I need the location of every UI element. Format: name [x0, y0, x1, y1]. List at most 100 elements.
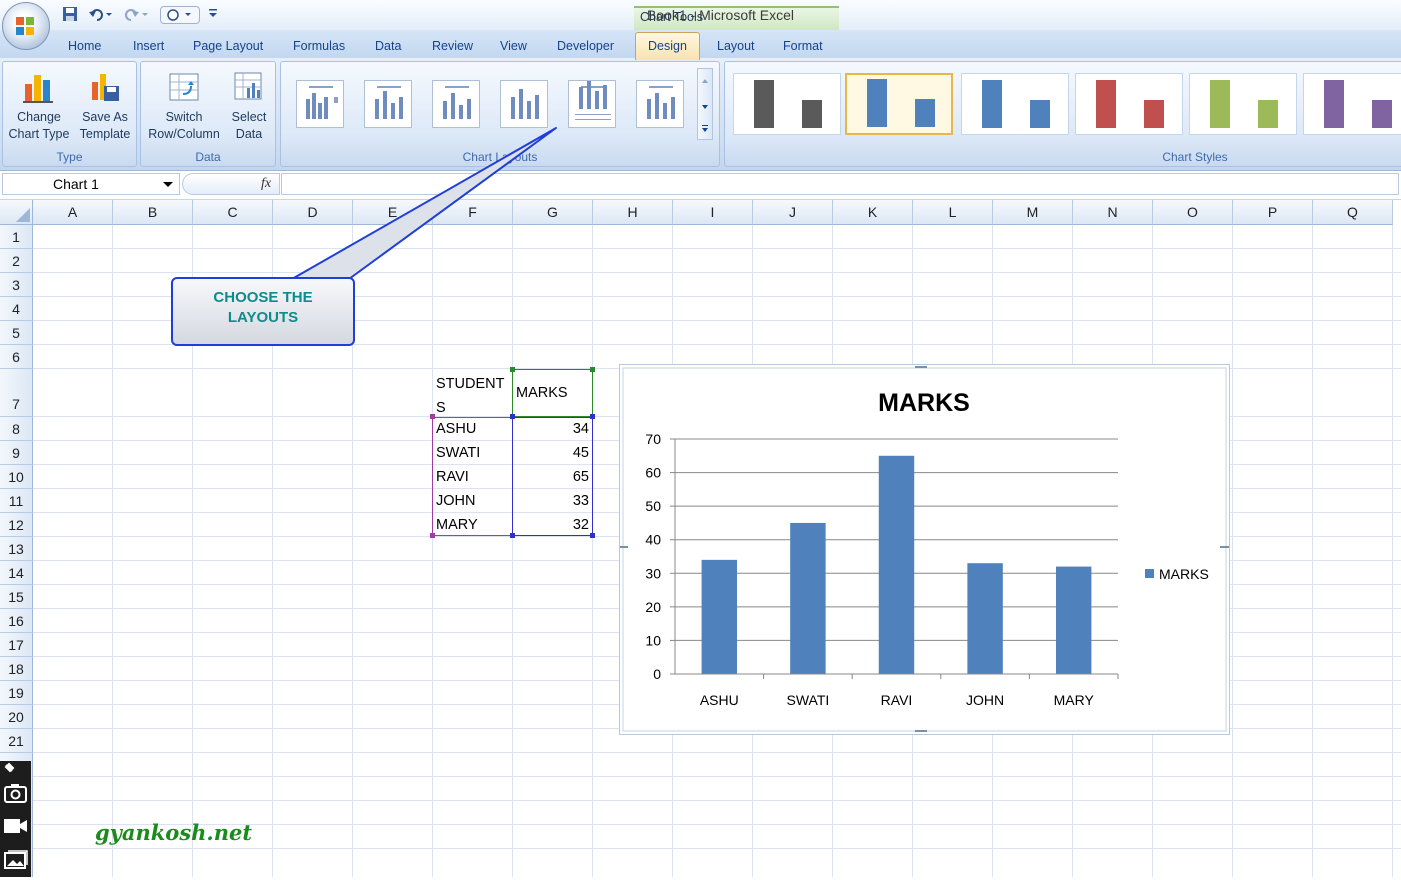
range-handle[interactable] [510, 533, 515, 538]
row-header-2[interactable]: 2 [0, 249, 33, 273]
row-header-21[interactable]: 21 [0, 729, 33, 753]
row-header-8[interactable]: 8 [0, 417, 33, 441]
select-data-button[interactable]: Select Data [225, 70, 273, 143]
row-header-12[interactable]: 12 [0, 513, 33, 537]
camera-icon[interactable] [4, 784, 27, 803]
cell-g10[interactable]: 65 [516, 469, 589, 485]
range-handle[interactable] [430, 533, 435, 538]
cell-f11[interactable]: JOHN [436, 493, 475, 509]
name-box[interactable]: Chart 1 [2, 173, 180, 195]
col-header-m[interactable]: M [993, 200, 1073, 225]
row-header-3[interactable]: 3 [0, 273, 33, 297]
gallery-icon[interactable] [4, 850, 28, 869]
switch-row-column-button[interactable]: Switch Row/Column [143, 70, 225, 143]
tab-developer[interactable]: Developer [557, 39, 614, 53]
window-title: Book1 - Microsoft Excel [646, 7, 795, 23]
row-header-20[interactable]: 20 [0, 705, 33, 729]
chart-style-5[interactable] [1189, 73, 1297, 135]
row-header-9[interactable]: 9 [0, 441, 33, 465]
row-header-5[interactable]: 5 [0, 321, 33, 345]
col-header-l[interactable]: L [913, 200, 993, 225]
tab-layout[interactable]: Layout [717, 39, 755, 53]
col-header-o[interactable]: O [1153, 200, 1233, 225]
row-header-6[interactable]: 6 [0, 345, 33, 369]
name-box-dropdown-icon[interactable] [163, 181, 173, 189]
chart-object[interactable]: MARKS 0 10 20 30 40 50 60 70 ASHU SWATI RAVI JOHN MAR… [616, 364, 1232, 735]
row-header-17[interactable]: 17 [0, 633, 33, 657]
row-header-19[interactable]: 19 [0, 681, 33, 705]
video-camera-icon[interactable] [4, 819, 27, 833]
tab-design[interactable]: Design [648, 39, 687, 53]
col-header-b[interactable]: B [113, 200, 193, 225]
cell-g11[interactable]: 33 [516, 493, 589, 509]
col-header-g[interactable]: G [513, 200, 593, 225]
formula-input[interactable] [281, 173, 1399, 195]
col-header-e[interactable]: E [353, 200, 433, 225]
cell-f9[interactable]: SWATI [436, 445, 480, 461]
chart-layout-2-thumbnail[interactable] [364, 80, 412, 128]
chart-layout-5-thumbnail[interactable] [568, 80, 616, 128]
chart-style-1[interactable] [733, 73, 841, 135]
range-handle[interactable] [590, 533, 595, 538]
tab-home[interactable]: Home [68, 39, 101, 53]
chart-style-2-selected[interactable] [845, 73, 953, 135]
row-header-4[interactable]: 4 [0, 297, 33, 321]
col-header-i[interactable]: I [673, 200, 753, 225]
range-handle[interactable] [430, 414, 435, 419]
chart-style-6[interactable] [1303, 73, 1401, 135]
tab-view[interactable]: View [500, 39, 527, 53]
chart-layout-3-thumbnail[interactable] [432, 80, 480, 128]
chart-layout-6-thumbnail[interactable] [636, 80, 684, 128]
layouts-scrollbar[interactable] [697, 68, 713, 140]
col-header-a[interactable]: A [33, 200, 113, 225]
row-header-13[interactable]: 13 [0, 537, 33, 561]
col-header-h[interactable]: H [593, 200, 673, 225]
chart-layout-1-thumbnail[interactable] [296, 80, 344, 128]
cell-f12[interactable]: MARY [436, 517, 478, 533]
col-header-d[interactable]: D [273, 200, 353, 225]
cell-g12[interactable]: 32 [516, 517, 589, 533]
tab-formulas[interactable]: Formulas [293, 39, 345, 53]
change-chart-type-button[interactable]: Change Chart Type [5, 70, 73, 143]
row-header-1[interactable]: 1 [0, 225, 33, 249]
row-header-16[interactable]: 16 [0, 609, 33, 633]
tab-page-layout[interactable]: Page Layout [193, 39, 263, 53]
cell-f7[interactable]: STUDENT S [436, 372, 504, 420]
cell-g8[interactable]: 34 [516, 421, 589, 437]
cell-f10[interactable]: RAVI [436, 469, 469, 485]
chart-layout-4-thumbnail[interactable] [500, 80, 548, 128]
office-button[interactable] [2, 2, 50, 50]
col-header-p[interactable]: P [1233, 200, 1313, 225]
cell-g7[interactable]: MARKS [516, 385, 568, 401]
tab-format[interactable]: Format [783, 39, 823, 53]
chart-style-3[interactable] [961, 73, 1069, 135]
row-header-18[interactable]: 18 [0, 657, 33, 681]
row-header-10[interactable]: 10 [0, 465, 33, 489]
select-all-corner[interactable] [0, 200, 33, 225]
range-handle[interactable] [510, 414, 515, 419]
tab-data[interactable]: Data [375, 39, 401, 53]
tab-review[interactable]: Review [432, 39, 473, 53]
pin-icon[interactable] [4, 762, 15, 773]
cell-f8[interactable]: ASHU [436, 421, 476, 437]
col-header-n[interactable]: N [1073, 200, 1153, 225]
row-header-14[interactable]: 14 [0, 561, 33, 585]
tab-insert[interactable]: Insert [133, 39, 164, 53]
col-header-j[interactable]: J [753, 200, 833, 225]
col-header-f[interactable]: F [433, 200, 513, 225]
cell-f7-line-1: STUDENT [436, 376, 505, 392]
row-header-15[interactable]: 15 [0, 585, 33, 609]
chart-style-4[interactable] [1075, 73, 1183, 135]
col-header-q[interactable]: Q [1313, 200, 1393, 225]
row-header-11[interactable]: 11 [0, 489, 33, 513]
col-header-k[interactable]: K [833, 200, 913, 225]
cell-g9[interactable]: 45 [516, 445, 589, 461]
range-handle[interactable] [590, 414, 595, 419]
range-handle[interactable] [590, 367, 595, 372]
col-header-c[interactable]: C [193, 200, 273, 225]
save-as-template-button[interactable]: Save As Template [73, 70, 137, 143]
insert-function-button[interactable]: fx [182, 173, 280, 195]
row-header-7[interactable]: 7 [0, 369, 33, 417]
range-handle[interactable] [510, 367, 515, 372]
chart-inner-border [622, 367, 1227, 732]
